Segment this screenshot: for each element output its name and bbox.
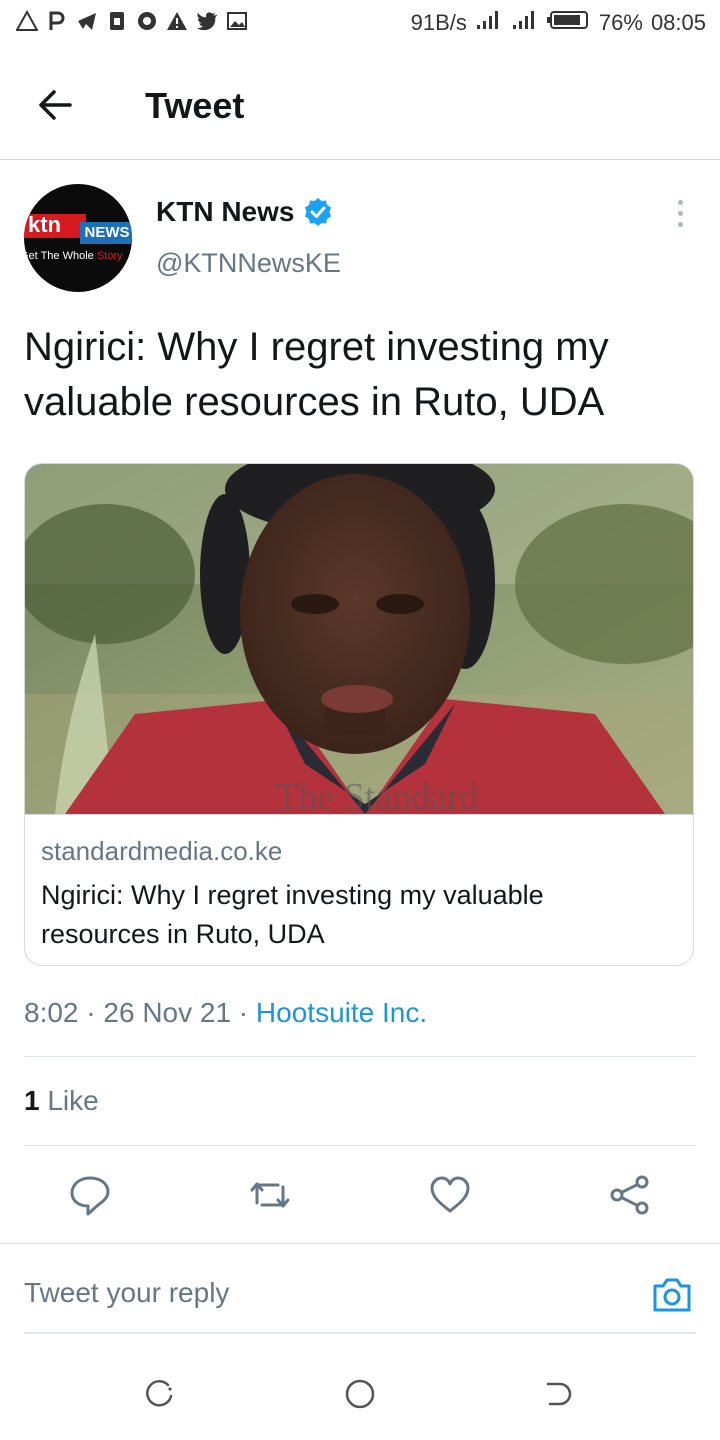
divider	[0, 1243, 720, 1244]
notification-icons	[16, 10, 248, 32]
signal-icon-2	[511, 9, 539, 37]
divider	[24, 1145, 696, 1146]
home-button[interactable]	[342, 1376, 378, 1412]
reply-input[interactable]: Tweet your reply	[24, 1277, 229, 1309]
source-link[interactable]: Hootsuite Inc.	[256, 997, 427, 1028]
like-count[interactable]: 1 Like	[24, 1085, 99, 1117]
twitter-icon	[196, 10, 218, 32]
signal-icon	[475, 9, 503, 37]
reply-underline	[24, 1332, 696, 1334]
avatar-news: NEWS	[80, 222, 132, 244]
card-title: Ngirici: Why I regret investing my valua…	[41, 880, 544, 949]
retweet-button[interactable]	[248, 1173, 292, 1217]
retweet-icon	[250, 1182, 290, 1208]
avatar-logo: ktn	[24, 214, 86, 238]
telegram-icon	[76, 10, 98, 32]
alert-icon	[166, 10, 188, 32]
card-domain: standardmedia.co.ke	[41, 836, 283, 866]
heart-icon	[430, 1176, 470, 1213]
chrome-icon	[136, 10, 158, 32]
avatar-tagline-end: Story	[96, 250, 123, 262]
avatar-tagline: Get The Whole Story	[24, 250, 132, 262]
watermark: The Standard	[275, 776, 479, 815]
share-icon	[610, 1175, 649, 1215]
page-title: Tweet	[145, 85, 245, 126]
back-nav-icon	[546, 1382, 572, 1406]
kebab-dot-icon	[677, 211, 683, 216]
system-status: 91B/s 76% 08:05	[411, 9, 706, 37]
sim-icon	[106, 10, 128, 32]
p-icon	[46, 10, 68, 32]
arrow-left-icon	[39, 90, 72, 120]
camera-button[interactable]	[651, 1274, 693, 1316]
reply-button[interactable]	[68, 1173, 112, 1217]
battery-icon	[546, 9, 591, 37]
link-card[interactable]: The Standard standardmedia.co.ke Ngirici…	[24, 463, 694, 966]
tweet-date: 26 Nov 21	[103, 997, 232, 1028]
more-options-button[interactable]	[670, 200, 690, 232]
recents-icon	[146, 1380, 173, 1407]
like-button[interactable]	[428, 1173, 472, 1217]
kebab-dot-icon	[677, 222, 683, 227]
back-nav-button[interactable]	[542, 1376, 578, 1412]
image-icon	[226, 10, 248, 32]
avatar[interactable]: ktn NEWS Get The Whole Story	[24, 184, 132, 292]
back-button[interactable]	[34, 83, 78, 127]
warning-icon	[16, 10, 38, 32]
app-bar: Tweet	[0, 55, 720, 160]
share-button[interactable]	[608, 1173, 652, 1217]
network-speed: 91B/s	[410, 10, 467, 35]
tweet-actions	[0, 1165, 720, 1225]
card-image: The Standard	[25, 464, 693, 815]
author-name[interactable]: KTN News	[156, 196, 294, 228]
kebab-dot-icon	[677, 200, 683, 205]
tweet-time: 8:02	[24, 997, 79, 1028]
home-icon	[345, 1379, 375, 1409]
clock: 08:05	[650, 10, 706, 35]
author-handle[interactable]: @KTNNewsKE	[156, 248, 341, 279]
like-count-number: 1	[24, 1085, 40, 1116]
verified-icon	[305, 198, 331, 226]
reply-icon	[70, 1176, 110, 1216]
camera-icon	[653, 1278, 691, 1312]
system-nav-bar	[0, 1360, 720, 1440]
tweet-text: Ngirici: Why I regret investing my valua…	[24, 325, 609, 424]
tweet-meta: 8:02 · 26 Nov 21 · Hootsuite Inc.	[24, 997, 428, 1028]
avatar-tagline-start: Get The Whole	[24, 250, 97, 262]
divider	[24, 1056, 696, 1057]
status-bar: 91B/s 76% 08:05	[0, 0, 720, 50]
battery-level: 76%	[598, 10, 643, 35]
like-label: Like	[47, 1085, 99, 1116]
recents-button[interactable]	[142, 1376, 178, 1412]
